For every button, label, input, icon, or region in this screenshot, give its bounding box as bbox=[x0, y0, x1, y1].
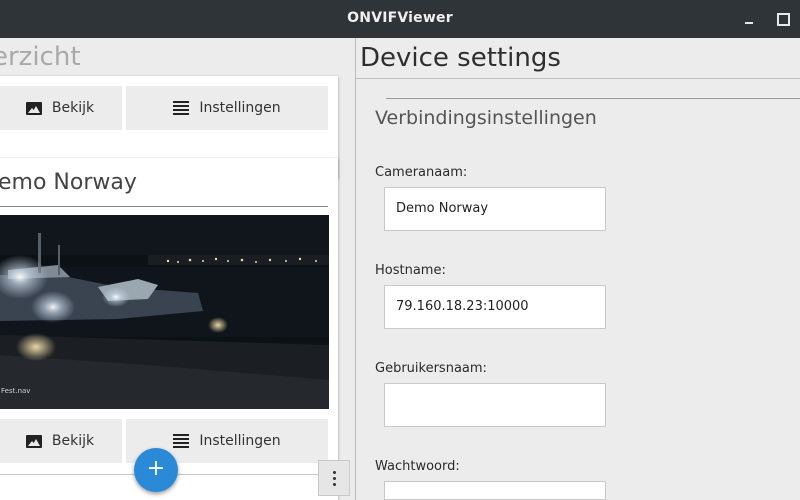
overview-title: erzicht bbox=[0, 42, 81, 72]
list-icon bbox=[173, 101, 190, 115]
camera-preview-image[interactable]: Fest.nav bbox=[0, 215, 329, 409]
view-button[interactable]: Bekijk bbox=[0, 419, 122, 463]
more-vertical-icon[interactable] bbox=[318, 460, 350, 496]
window-title: ONVIFViewer bbox=[347, 10, 453, 26]
divider bbox=[356, 78, 800, 79]
username-label: Gebruikersnaam: bbox=[375, 361, 487, 376]
image-icon bbox=[25, 101, 42, 115]
settings-button-label: Instellingen bbox=[199, 100, 281, 116]
page-title: Device settings bbox=[360, 43, 561, 73]
minimize-icon[interactable] bbox=[742, 10, 758, 26]
camera-card-demo-norway: emo Norway Fest.nav Bekijk Instellingen bbox=[0, 158, 338, 500]
list-icon bbox=[173, 434, 190, 448]
hostname-label: Hostname: bbox=[375, 263, 446, 278]
hostname-input[interactable]: 79.160.18.23:10000 bbox=[384, 285, 606, 329]
view-button-label: Bekijk bbox=[51, 100, 95, 116]
add-camera-button[interactable]: + bbox=[134, 448, 178, 492]
username-input[interactable] bbox=[384, 383, 606, 427]
plus-icon: + bbox=[146, 456, 166, 481]
camera-overview-pane: erzicht Bekijk Instellingen emo Norway F… bbox=[0, 38, 355, 500]
password-input[interactable] bbox=[384, 481, 606, 500]
maximize-icon[interactable] bbox=[774, 10, 790, 26]
camera-name-input[interactable]: Demo Norway bbox=[384, 187, 606, 231]
section-divider bbox=[386, 98, 800, 99]
view-button[interactable]: Bekijk bbox=[0, 86, 122, 130]
device-settings-pane: Device settings Verbindingsinstellingen … bbox=[356, 38, 800, 500]
camera-overlay-text: Fest.nav bbox=[1, 387, 30, 395]
window-titlebar: ONVIFViewer bbox=[0, 0, 800, 38]
divider bbox=[0, 206, 328, 207]
section-title: Verbindingsinstellingen bbox=[375, 107, 597, 129]
view-button-label: Bekijk bbox=[51, 433, 95, 449]
camera-card-title: emo Norway bbox=[0, 170, 137, 195]
image-icon bbox=[25, 434, 42, 448]
camera-name-label: Cameranaam: bbox=[375, 165, 468, 180]
settings-button[interactable]: Instellingen bbox=[126, 86, 328, 130]
password-label: Wachtwoord: bbox=[375, 459, 460, 474]
settings-button-label: Instellingen bbox=[199, 433, 281, 449]
